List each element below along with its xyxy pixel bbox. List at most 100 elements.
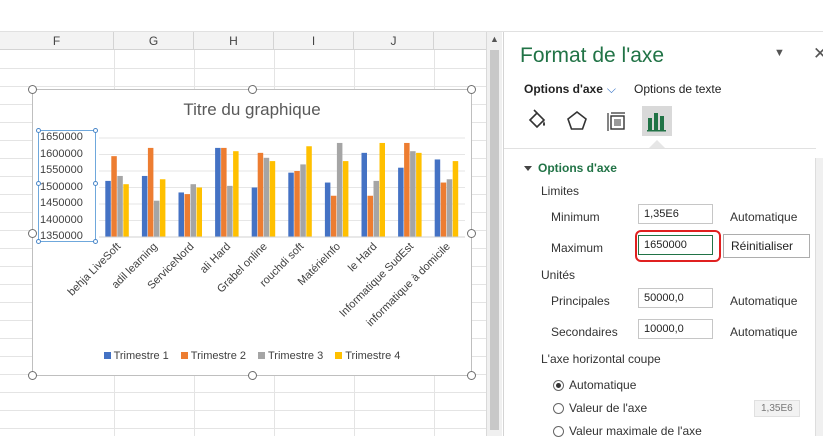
bar: [117, 175, 123, 237]
minimum-auto-label: Automatique: [730, 210, 798, 224]
sheet-vertical-scrollbar[interactable]: ▲: [486, 32, 502, 436]
major-auto-label: Automatique: [730, 294, 798, 308]
bar: [306, 146, 312, 237]
column-header-k[interactable]: [434, 32, 486, 50]
legend-item[interactable]: Trimestre 1: [103, 350, 169, 362]
chart-resize-handle[interactable]: [467, 371, 476, 380]
format-axis-pane: Format de l'axe ▼ ✕ Options d'axe ⌵ Optio…: [503, 32, 823, 438]
bar: [153, 200, 160, 237]
horizontal-axis-crosses-label: L'axe horizontal coupe: [541, 352, 661, 366]
minor-unit-label: Secondaires: [551, 325, 618, 339]
chart-resize-handle[interactable]: [28, 371, 37, 380]
bar: [446, 179, 453, 237]
legend-label: Trimestre 1: [113, 350, 169, 362]
section-header-axis-options[interactable]: Options d'axe: [524, 161, 617, 175]
axis-value-field[interactable]: 1,35E6: [754, 400, 800, 417]
radio-axis-value-label[interactable]: Valeur de l'axe: [569, 401, 647, 415]
bar: [404, 142, 410, 237]
section-header-label: Options d'axe: [538, 161, 617, 175]
reset-button[interactable]: Réinitialiser: [723, 234, 810, 258]
legend-label: Trimestre 4: [345, 350, 401, 362]
scroll-up-icon[interactable]: ▲: [490, 34, 499, 44]
bar: [300, 164, 306, 237]
collapse-triangle-icon: [524, 166, 532, 171]
legend-swatch: [335, 352, 343, 359]
ribbon-strip: [0, 0, 823, 32]
chart-resize-handle[interactable]: [248, 85, 257, 94]
tab-axis-options-label: Options d'axe: [524, 82, 603, 96]
chart-resize-handle[interactable]: [467, 229, 476, 238]
grid-row-line: [0, 410, 486, 411]
bar: [159, 179, 166, 237]
bar: [410, 151, 416, 237]
bar: [105, 180, 111, 237]
limits-label: Limites: [541, 184, 580, 198]
bar: [434, 159, 441, 237]
chart-area[interactable]: Titre du graphique 1650000 1600000 1550000…: [28, 85, 476, 380]
column-header-f[interactable]: F: [0, 32, 114, 50]
bar: [147, 147, 154, 237]
bar: [330, 195, 337, 237]
grid-row-line: [0, 86, 486, 87]
minor-unit-field[interactable]: [638, 319, 713, 339]
bar: [233, 151, 239, 237]
bar: [379, 142, 385, 237]
fill-bucket-icon[interactable]: [522, 106, 552, 136]
bar: [196, 187, 202, 237]
scrollbar-thumb[interactable]: [490, 50, 499, 430]
close-icon[interactable]: ✕: [813, 44, 823, 64]
radio-max-axis-value[interactable]: [553, 426, 564, 437]
bar: [324, 182, 331, 237]
column-header-g[interactable]: G: [114, 32, 194, 50]
maximum-field[interactable]: [638, 235, 713, 255]
bar: [123, 184, 129, 237]
chart-resize-handle[interactable]: [248, 371, 257, 380]
bar-chart-icon[interactable]: [642, 106, 672, 136]
bar: [251, 187, 258, 237]
chart-resize-handle[interactable]: [467, 85, 476, 94]
major-unit-field[interactable]: [638, 288, 713, 308]
major-unit-label: Principales: [551, 294, 610, 308]
bar: [257, 152, 264, 237]
chart-legend[interactable]: Trimestre 1 Trimestre 2 Trimestre 3 Trimest…: [33, 350, 471, 362]
bar: [141, 175, 148, 237]
bar: [342, 161, 349, 237]
tab-text-options[interactable]: Options de texte: [634, 82, 721, 96]
column-header-h[interactable]: H: [194, 32, 274, 50]
x-category-label: ali Hard: [198, 241, 233, 276]
radio-automatic[interactable]: [553, 380, 564, 391]
legend-item[interactable]: Trimestre 4: [335, 350, 400, 362]
chart-resize-handle[interactable]: [28, 229, 37, 238]
bar: [111, 156, 117, 237]
bar: [178, 192, 184, 237]
legend-swatch: [103, 352, 111, 359]
pentagon-icon[interactable]: [562, 106, 592, 136]
tab-axis-options[interactable]: Options d'axe ⌵: [524, 82, 616, 97]
radio-automatic-label[interactable]: Automatique: [569, 378, 636, 392]
bar: [452, 161, 459, 237]
pane-options-chevron-icon[interactable]: ▼: [774, 47, 785, 59]
plot-area[interactable]: behja LiveSoftadil learningServiceNord al…: [33, 90, 473, 377]
minor-auto-label: Automatique: [730, 325, 798, 339]
grid-row-line: [0, 68, 486, 69]
pane-body: Options d'axe Limites Minimum Automatiqu…: [504, 148, 816, 438]
legend-item[interactable]: Trimestre 3: [258, 350, 323, 362]
bar: [269, 161, 276, 237]
column-header-i[interactable]: I: [274, 32, 354, 50]
minimum-field[interactable]: [638, 204, 713, 224]
bar: [367, 195, 373, 237]
tab-pointer: [649, 140, 665, 148]
pane-scrollbar[interactable]: [815, 158, 823, 436]
bar: [190, 184, 196, 237]
x-category-label: behja LiveSoft: [66, 241, 124, 299]
bar: [215, 147, 221, 237]
chart-resize-handle[interactable]: [28, 85, 37, 94]
column-header-j[interactable]: J: [354, 32, 434, 50]
bar: [416, 152, 422, 237]
bar: [288, 172, 294, 237]
units-label: Unités: [541, 268, 576, 282]
bar: [184, 194, 190, 237]
legend-item[interactable]: Trimestre 2: [180, 350, 246, 362]
size-properties-icon[interactable]: [602, 106, 632, 136]
radio-axis-value[interactable]: [553, 403, 564, 414]
